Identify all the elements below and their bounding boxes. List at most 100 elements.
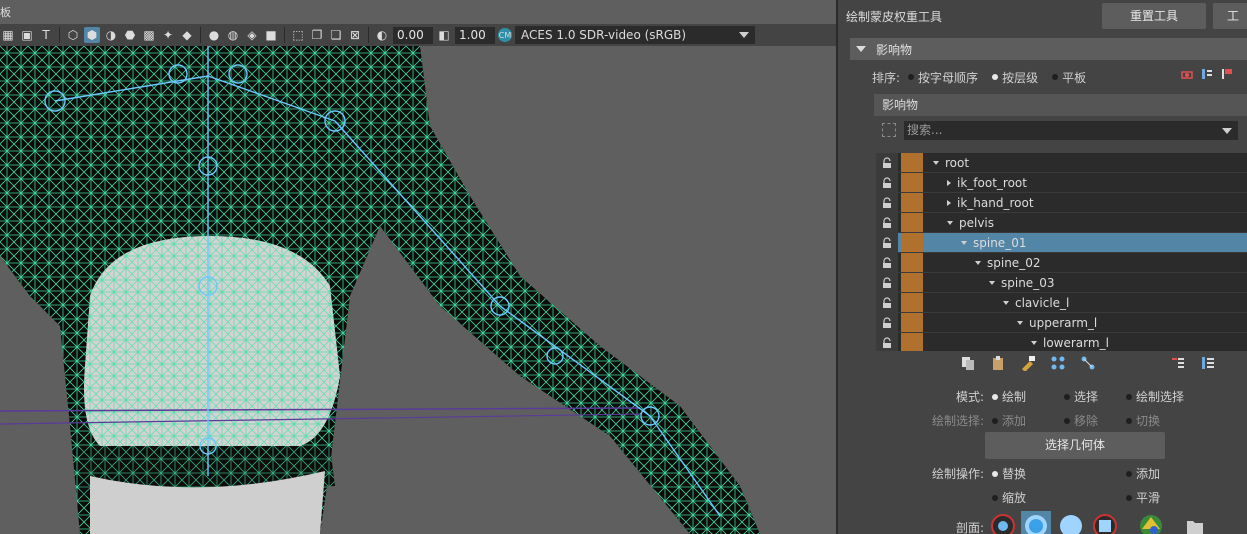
ambient-occlusion-icon[interactable]: ●	[206, 27, 222, 43]
influence-row[interactable]: root	[876, 153, 1247, 173]
influence-color-swatch[interactable]	[901, 153, 923, 172]
select-geometry-button[interactable]: 选择几何体	[985, 432, 1165, 459]
influence-row[interactable]: lowerarm_l	[876, 333, 1247, 351]
influence-color-swatch[interactable]	[901, 253, 923, 272]
op-replace-radio[interactable]: 替换	[990, 465, 1026, 482]
expanded-arrow-icon[interactable]	[989, 280, 995, 285]
xray-active-icon[interactable]: ❏	[328, 27, 344, 43]
3d-viewport[interactable]: 板 ▦ ▣ T ⬡ ⬢ ◑ ⬣ ▩ ✦ ◆ ● ◍ ◈ ■ ⬚ ❐ ❏ ⊠ ◐ …	[0, 0, 838, 534]
sort-alphabetical-radio[interactable]: 按字母顺序	[906, 69, 978, 86]
collapse-all-icon[interactable]	[1198, 353, 1218, 373]
copy-weights-icon[interactable]	[958, 353, 978, 373]
influence-color-swatch[interactable]	[901, 273, 923, 292]
color-space-dropdown[interactable]: ACES 1.0 SDR-video (sRGB)	[515, 26, 755, 44]
influences-section-header[interactable]: 影响物	[850, 38, 1247, 60]
exposure-field[interactable]: 0.00	[393, 26, 433, 44]
character-mesh-scene[interactable]	[0, 46, 838, 534]
influence-row[interactable]: spine_01	[876, 233, 1247, 253]
move-weights-icon[interactable]	[1048, 353, 1068, 373]
collapsed-arrow-icon[interactable]	[947, 179, 951, 186]
gamma-icon[interactable]: ◧	[436, 27, 452, 43]
influence-color-swatch[interactable]	[901, 173, 923, 192]
expanded-arrow-icon[interactable]	[1003, 300, 1009, 305]
paint-select-toggle-radio[interactable]: 切换	[1124, 412, 1160, 429]
color-management-icon[interactable]: CM	[498, 28, 512, 42]
influence-row[interactable]: ik_hand_root	[876, 193, 1247, 213]
gaussian-brush-icon[interactable]	[988, 511, 1018, 534]
depth-of-field-icon[interactable]: ■	[263, 27, 279, 43]
influence-row[interactable]: spine_03	[876, 273, 1247, 293]
lock-icon[interactable]	[876, 313, 898, 332]
paint-select-add-radio[interactable]: 添加	[990, 412, 1026, 429]
exposure-icon[interactable]: ◐	[374, 27, 390, 43]
lock-icon[interactable]	[876, 293, 898, 312]
wireframe-icon[interactable]: ⬡	[65, 27, 81, 43]
op-smooth-radio[interactable]: 平滑	[1124, 489, 1160, 506]
smooth-shade-icon[interactable]: ⬣	[122, 27, 138, 43]
motion-blur-icon[interactable]: ◍	[225, 27, 241, 43]
lock-weights-icon[interactable]	[1180, 67, 1194, 81]
expanded-arrow-icon[interactable]	[975, 260, 981, 265]
lock-icon[interactable]	[876, 333, 898, 351]
gamma-field[interactable]: 1.00	[455, 26, 495, 44]
mode-paint-radio[interactable]: 绘制	[990, 388, 1026, 405]
sort-hierarchy-radio[interactable]: 按层级	[990, 69, 1038, 86]
folder-icon[interactable]	[1180, 511, 1210, 534]
list-icon[interactable]	[1200, 67, 1214, 81]
paste-weights-icon[interactable]	[988, 353, 1008, 373]
mode-paint-select-radio[interactable]: 绘制选择	[1124, 388, 1184, 405]
show-influences-icon[interactable]	[1078, 353, 1098, 373]
expanded-arrow-icon[interactable]	[947, 220, 953, 225]
tool-help-button[interactable]: 工	[1213, 3, 1247, 29]
lock-icon[interactable]	[876, 153, 898, 172]
image-brush-icon[interactable]	[1136, 511, 1166, 534]
text-icon[interactable]: T	[38, 27, 54, 43]
influence-tree[interactable]: root ik_foot_root ik_hand_root pelvis spine_…	[876, 153, 1247, 351]
lock-icon[interactable]	[876, 213, 898, 232]
shadow-icon[interactable]: ◆	[179, 27, 195, 43]
lock-icon[interactable]	[876, 273, 898, 292]
influence-row[interactable]: ik_foot_root	[876, 173, 1247, 193]
expanded-arrow-icon[interactable]	[1017, 320, 1023, 325]
influence-row[interactable]: upperarm_l	[876, 313, 1247, 333]
influence-color-swatch[interactable]	[901, 293, 923, 312]
square-brush-icon[interactable]	[1090, 511, 1120, 534]
grid-icon[interactable]: ▦	[0, 27, 16, 43]
filter-icon[interactable]	[882, 123, 896, 137]
lock-icon[interactable]	[876, 173, 898, 192]
xray-joints-icon[interactable]: ❐	[309, 27, 325, 43]
influence-color-swatch[interactable]	[901, 233, 923, 252]
lighting-icon[interactable]: ✦	[160, 27, 176, 43]
lock-icon[interactable]	[876, 193, 898, 212]
image-plane-icon[interactable]: ▣	[19, 27, 35, 43]
influence-row[interactable]: clavicle_l	[876, 293, 1247, 313]
expanded-arrow-icon[interactable]	[933, 160, 939, 165]
expanded-arrow-icon[interactable]	[961, 240, 967, 245]
sort-flat-radio[interactable]: 平板	[1050, 69, 1086, 86]
isolate-select-icon[interactable]: ⬚	[290, 27, 306, 43]
reset-tool-button[interactable]: 重置工具	[1102, 3, 1206, 29]
op-scale-radio[interactable]: 缩放	[990, 489, 1026, 506]
frame-icon[interactable]: ⊠	[347, 27, 363, 43]
antialias-icon[interactable]: ◈	[244, 27, 260, 43]
influence-color-swatch[interactable]	[901, 193, 923, 212]
chevron-down-icon[interactable]	[1222, 127, 1232, 134]
mode-select-radio[interactable]: 选择	[1062, 388, 1098, 405]
solid-brush-icon[interactable]	[1056, 511, 1086, 534]
influence-color-swatch[interactable]	[901, 213, 923, 232]
influence-row[interactable]: pelvis	[876, 213, 1247, 233]
expand-all-icon[interactable]	[1168, 353, 1188, 373]
paint-select-remove-radio[interactable]: 移除	[1062, 412, 1098, 429]
expanded-arrow-icon[interactable]	[1031, 340, 1037, 345]
soft-brush-icon[interactable]	[1021, 511, 1051, 534]
influence-search-input[interactable]: 搜索...	[904, 121, 1238, 140]
influence-color-swatch[interactable]	[901, 333, 923, 351]
op-add-radio[interactable]: 添加	[1124, 465, 1160, 482]
xray-icon[interactable]: ◑	[103, 27, 119, 43]
wireframe-on-shaded-icon[interactable]: ⬢	[84, 27, 100, 43]
lock-icon[interactable]	[876, 253, 898, 272]
influence-color-swatch[interactable]	[901, 313, 923, 332]
collapsed-arrow-icon[interactable]	[947, 199, 951, 206]
flag-icon[interactable]	[1220, 67, 1234, 81]
textured-icon[interactable]: ▩	[141, 27, 157, 43]
